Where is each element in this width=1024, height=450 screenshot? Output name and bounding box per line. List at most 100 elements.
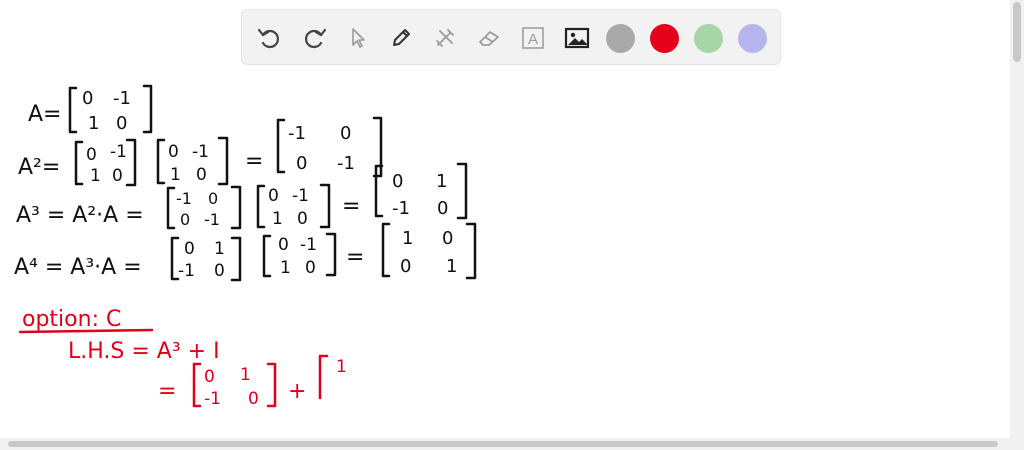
a2-label: A²= [18,155,60,180]
m-entry: 0 [208,189,218,208]
equals-sign: = [346,245,364,270]
equals-sign: = [342,194,360,219]
bracket [230,236,242,282]
redo-icon [304,28,327,49]
horizontal-scrollbar[interactable] [0,438,1010,450]
bracket [217,136,229,186]
m-entry: 0 [180,210,190,229]
bracket [276,118,286,174]
pen-tool[interactable] [386,23,416,53]
eraser-tool[interactable] [474,23,504,53]
bracket [166,186,176,230]
eraser-icon [479,31,499,46]
vertical-scrollbar[interactable] [1010,0,1024,450]
m-entry: -1 [178,261,195,281]
line2-equals: = [158,379,176,404]
a3-label: A³ = A²·A = [16,203,144,228]
bracket [325,232,337,277]
m-entry: 0 [196,165,207,185]
a4-label: A⁴ = A³·A = [14,255,142,280]
bracket [262,234,272,278]
bracket [68,86,78,134]
tools-button[interactable] [430,23,460,53]
m-entry: -1 [288,123,306,144]
bracket [465,222,477,280]
m-entry: 1 [240,365,251,385]
drawing-toolbar: A [241,9,781,65]
partial-entry: 1 [336,357,347,377]
bracket [256,184,266,229]
m-entry: 1 [436,171,447,192]
bracket [192,362,202,408]
select-arrow-icon [352,28,365,48]
whiteboard-canvas[interactable]: A= 0 -1 1 0 A²= 0 -1 1 0 0 -1 1 0 = -1 0… [0,0,1024,450]
m-entry: -1 [110,142,127,162]
text-tool[interactable]: A [518,23,548,53]
m-entry: 0 [248,389,259,409]
m-entry: 0 [214,261,225,281]
text-tool-glyph: A [528,31,538,48]
bracket [156,138,166,185]
m-entry: 1 [170,165,181,185]
bracket [142,84,153,134]
m-entry: 0 [437,198,448,219]
m-entry: 0 [184,239,195,259]
image-tool[interactable] [562,23,592,53]
m-entry: 1 [214,239,225,259]
pen-icon [393,29,410,46]
m-entry: 0 [442,228,453,249]
m-entry: -1 [392,198,410,219]
answer-ink: option: C L.H.S = A³ + I = 0 1 -1 0 + 1 [18,307,347,409]
m-entry: 0 [340,123,351,144]
color-swatch-gray[interactable] [606,24,635,53]
m-entry: -1 [204,210,220,229]
m-entry: -1 [292,186,309,206]
horizontal-scroll-thumb[interactable] [8,441,998,447]
m-entry: 0 [400,256,411,277]
m-entry: 1 [446,256,457,277]
m-entry: 0 [392,171,403,192]
work-ink: A= 0 -1 1 0 A²= 0 -1 1 0 0 -1 1 0 = -1 0… [14,84,477,282]
redo-button[interactable] [300,23,330,53]
a-label: A= [28,102,61,127]
m-entry: 0 [168,142,179,162]
text-box-icon: A [522,27,544,49]
undo-icon [257,28,280,49]
a-m01: -1 [113,88,131,109]
bracket [381,222,391,278]
bracket [266,362,277,408]
m-entry: 0 [305,258,316,278]
select-tool[interactable] [343,23,373,53]
color-swatch-green[interactable] [694,24,723,53]
equals-sign: = [245,149,263,174]
option-heading: option: C [22,307,121,332]
m-entry: 0 [268,186,279,206]
undo-button[interactable] [254,23,284,53]
a-m10: 1 [88,113,99,134]
m-entry: 0 [278,235,289,255]
vertical-scroll-thumb[interactable] [1013,2,1021,62]
m-entry: -1 [204,389,221,409]
bracket [125,138,137,187]
a-m00: 0 [82,88,93,109]
m-entry: -1 [176,189,192,208]
image-icon [564,27,590,49]
m-entry: -1 [337,153,355,174]
color-swatch-lavender[interactable] [738,24,767,53]
m-entry: 1 [272,209,283,229]
m-entry: 0 [86,145,97,165]
bracket [318,354,329,400]
bracket [456,162,468,220]
m-entry: 0 [297,209,308,229]
m-entry: 1 [402,228,413,249]
lhs-line: L.H.S = A³ + I [68,339,220,364]
bracket [74,140,84,186]
a-m11: 0 [116,113,127,134]
m-entry: 1 [280,258,291,278]
color-swatch-red[interactable] [650,24,679,53]
m-entry: 0 [112,166,123,186]
bracket [230,185,242,230]
m-entry: -1 [300,235,317,255]
m-entry: 0 [296,153,307,174]
bracket [319,183,331,229]
